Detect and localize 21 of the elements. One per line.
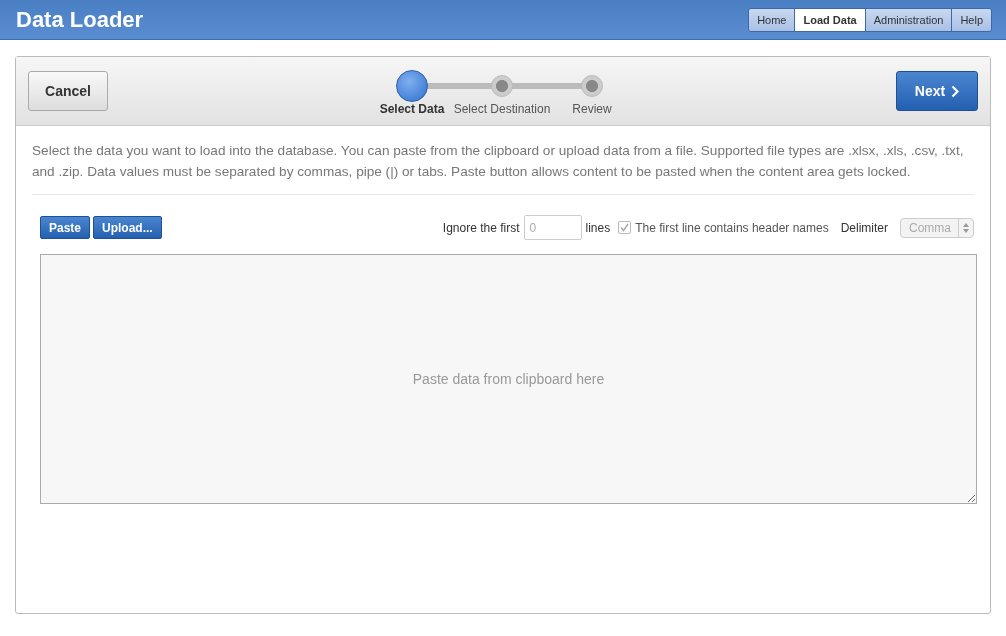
nav-tab[interactable]: Administration xyxy=(864,8,952,31)
toolbar-button[interactable]: Upload... xyxy=(93,216,162,239)
lines-label: lines xyxy=(585,220,611,235)
cancel-button[interactable]: Cancel xyxy=(28,71,108,111)
up-down-arrows-icon xyxy=(963,222,969,233)
delimiter-label: Delimiter xyxy=(840,220,888,235)
ignore-label: Ignore the first xyxy=(442,220,520,235)
step-label: Select Data xyxy=(379,102,445,118)
chevron-right-icon xyxy=(951,84,960,98)
nav-tab[interactable]: Home xyxy=(749,8,795,31)
step-label: Select Destination xyxy=(453,102,551,118)
checkmark-icon xyxy=(620,223,630,232)
step-label: Review xyxy=(572,102,612,118)
description-text: Select the data you want to load into the database. You can paste from the clipboard or upload data from a file. Supported file types are .xlsx, .xls, .csv, .txt, and .zip. Data values must be separated by commas, pipe (|) or tabs. Paste button allows content to be pasted when the content area gets locked. xyxy=(32,140,974,195)
paste-area[interactable]: Paste data from clipboard here xyxy=(40,254,977,504)
next-button[interactable]: Next xyxy=(896,71,978,111)
toolbar-button[interactable]: Paste xyxy=(40,216,91,239)
app-title: Data Loader xyxy=(16,6,144,33)
nav-tab[interactable]: Load Data xyxy=(794,8,865,31)
ignore-lines-field[interactable]: 0 xyxy=(523,215,582,240)
nav-tab[interactable]: Help xyxy=(951,8,991,31)
